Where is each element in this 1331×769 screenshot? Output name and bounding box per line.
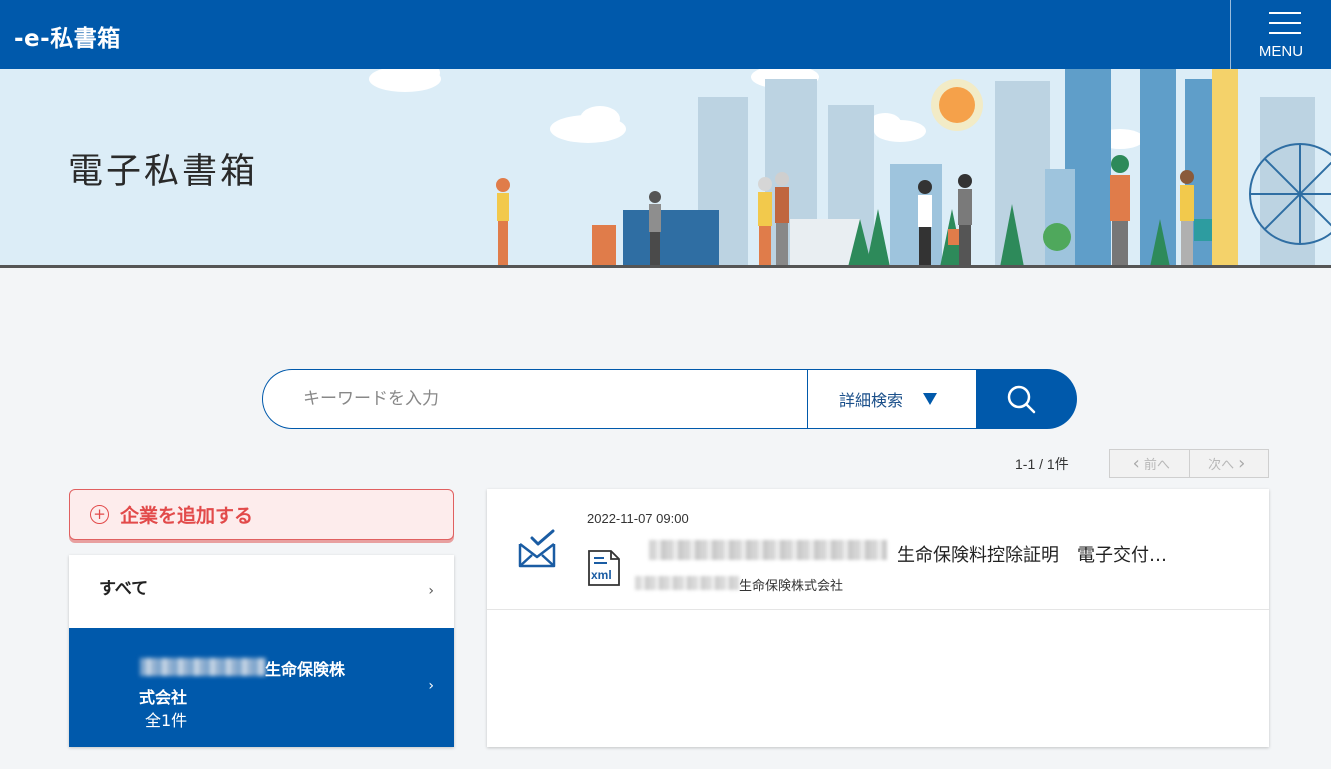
chevron-right-icon: › [428, 583, 434, 599]
result-count: 1-1 / 1件 [1015, 456, 1069, 472]
chevron-right-icon: › [1238, 453, 1246, 474]
company-all-label: すべて [99, 579, 149, 599]
hero-banner: 電子私書箱 [0, 69, 1331, 268]
next-page-label: 次へ [1208, 458, 1235, 473]
company-name-line1: 生命保険株 [265, 660, 346, 679]
company-name-line2: 式会社 [139, 688, 188, 707]
document-list: xml 2022-11-07 09:00 生命保険料控除証明 電子交付… 生命保… [487, 489, 1269, 747]
company-item-all[interactable]: すべて › [69, 555, 454, 628]
chevron-right-icon: › [428, 678, 434, 694]
pagination: ‹ 前へ 次へ › [1109, 449, 1269, 478]
page-title: 電子私書箱 [68, 152, 259, 192]
next-page-button[interactable]: 次へ › [1188, 450, 1269, 477]
plus-circle-icon: + [90, 505, 109, 524]
company-document-count: 全1件 [145, 711, 188, 730]
document-company: 生命保険株式会社 [739, 579, 844, 594]
e-shishobako-logo[interactable]: -e-私書箱 [14, 19, 121, 53]
document-title: 生命保険料控除証明 電子交付… [897, 545, 1167, 566]
search-button[interactable] [976, 369, 1077, 429]
advanced-search-toggle[interactable]: 詳細検索 [807, 369, 977, 429]
prev-page-button[interactable]: ‹ 前へ [1110, 450, 1189, 477]
company-list: すべて › 生命保険株 式会社 全1件 › [69, 555, 454, 747]
keyword-search-input[interactable] [262, 369, 808, 429]
mail-check-icon [518, 529, 556, 568]
triangle-down-icon [923, 393, 938, 405]
add-company-button[interactable]: + 企業を追加する [69, 489, 454, 540]
search-icon [1007, 385, 1036, 414]
redacted-document-prefix [649, 540, 887, 560]
prev-page-label: 前へ [1143, 458, 1170, 473]
hamburger-icon [1269, 12, 1301, 42]
advanced-search-label: 詳細検索 [839, 391, 904, 410]
top-bar: -e-私書箱 MENU [0, 0, 1331, 69]
add-company-label: 企業を追加する [120, 505, 254, 527]
redacted-company-prefix [635, 576, 739, 590]
menu-button[interactable]: MENU [1230, 0, 1331, 69]
list-item[interactable]: xml 2022-11-07 09:00 生命保険料控除証明 電子交付… 生命保… [487, 489, 1269, 610]
xml-file-type: xml [591, 568, 612, 582]
company-item-selected[interactable]: 生命保険株 式会社 全1件 › [69, 628, 454, 747]
xml-file-icon: xml [588, 550, 620, 586]
search-bar: 詳細検索 [262, 369, 1077, 429]
document-date: 2022-11-07 09:00 [587, 511, 689, 526]
chevron-left-icon: ‹ [1132, 453, 1140, 474]
menu-label: MENU [1258, 43, 1304, 60]
redacted-company-prefix [140, 658, 266, 676]
